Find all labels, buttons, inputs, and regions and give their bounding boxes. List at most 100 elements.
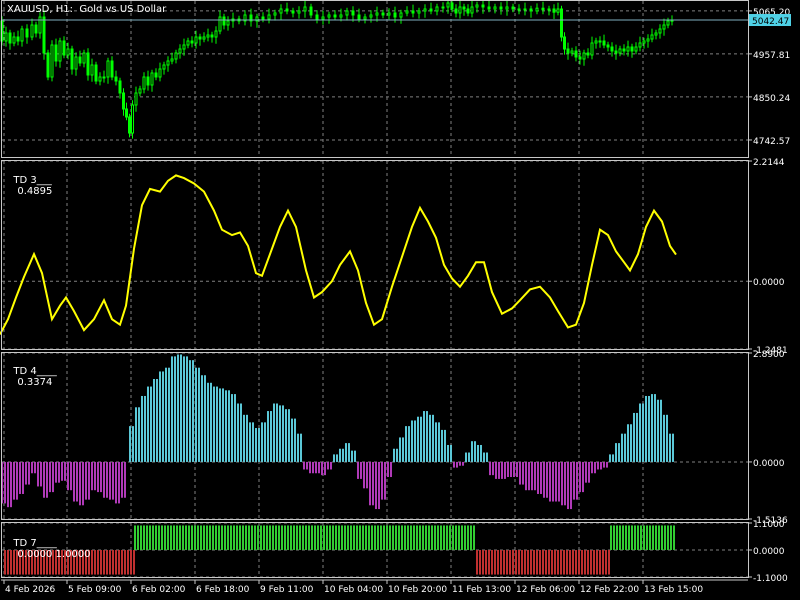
candle-body: [594, 40, 598, 44]
candle-body: [535, 7, 539, 12]
td3-name: TD 3___: [13, 175, 52, 186]
pane-border: [1, 0, 749, 158]
price-scales: 5065.204957.814850.244742.572.21440.0000…: [748, 8, 791, 584]
time-label: 12 Feb 06:00: [516, 585, 575, 595]
candle-body: [493, 6, 497, 10]
candle-body: [487, 6, 491, 10]
candle-body: [357, 14, 361, 20]
time-label: 10 Feb 20:00: [388, 585, 447, 595]
candle-body: [598, 40, 602, 43]
candle-body: [146, 76, 150, 86]
candle-body: [586, 52, 590, 56]
candle-body: [178, 48, 182, 54]
candle-body: [630, 46, 634, 52]
candle-body: [74, 56, 78, 70]
candle-body: [381, 12, 385, 16]
time-label: 13 Feb 15:00: [644, 585, 703, 595]
time-label: 6 Feb 18:00: [196, 585, 250, 595]
candle-body: [297, 10, 301, 14]
candle-body: [106, 60, 110, 78]
candle-body: [267, 14, 271, 20]
candle-body: [12, 36, 16, 44]
candle-body: [114, 76, 118, 82]
candle-body: [523, 8, 527, 11]
td7-label: TD 7____ 0.0000 1.0000: [7, 527, 91, 560]
candle-body: [8, 32, 12, 44]
td4-name: TD 4____: [13, 366, 57, 377]
td3-label: TD 3___ 0.4895: [7, 164, 52, 197]
candle-body: [375, 12, 379, 16]
price-tick-label: 4850.24: [753, 94, 790, 104]
candle-body: [30, 24, 34, 38]
time-label: 11 Feb 13:00: [452, 585, 511, 595]
candle-body: [446, 2, 450, 8]
candle-body: [82, 52, 86, 64]
candle-body: [174, 52, 178, 60]
candle-body: [399, 12, 403, 18]
candle-body: [441, 6, 445, 9]
candle-body: [285, 8, 289, 12]
td3-line: [0, 174, 677, 335]
time-label: 4 Feb 2026: [5, 585, 56, 595]
candle-body: [118, 80, 122, 94]
candle-body: [560, 8, 563, 38]
candle-body: [499, 6, 503, 10]
candle-body: [218, 16, 222, 32]
candle-body: [602, 40, 606, 46]
candle-body: [303, 6, 307, 12]
td3-scale-label: 2.2144: [753, 158, 785, 168]
time-label: 9 Feb 11:00: [260, 585, 314, 595]
candle-body: [190, 40, 194, 44]
candle-body: [462, 6, 466, 10]
candle-body: [646, 38, 650, 42]
candle-body: [638, 42, 642, 48]
candle-body: [411, 10, 415, 14]
candle-body: [279, 8, 283, 14]
candle-body: [345, 10, 349, 16]
main-price-chart[interactable]: 5065.204957.814850.244742.572.21440.0000…: [0, 0, 800, 600]
td7-scale-label: 0.0000: [753, 547, 785, 557]
candle-body: [614, 50, 618, 54]
candle-body: [450, 2, 454, 10]
candle-body: [405, 10, 409, 14]
td7-scale-label: 1.1000: [753, 520, 785, 530]
candle-body: [150, 72, 154, 86]
candle-body: [566, 48, 570, 54]
candle-body: [214, 30, 218, 38]
candle-body: [634, 46, 638, 52]
td7-value: 0.0000 1.0000: [17, 549, 91, 560]
td7-scale-label: -1.1000: [753, 574, 788, 584]
candle-body: [470, 6, 474, 14]
candle-body: [556, 8, 560, 13]
candle-body: [517, 8, 521, 11]
candle-body: [315, 14, 319, 20]
candle-body: [138, 88, 142, 94]
candle-body: [563, 36, 566, 50]
candle-body: [662, 24, 666, 30]
td7-name: TD 7____: [13, 538, 57, 549]
candle-body: [610, 46, 614, 52]
symbol-title: XAUUSD, H1: Gold vs US Dollar: [7, 4, 167, 15]
candle-body: [125, 108, 128, 118]
candle-body: [309, 6, 313, 16]
candle-body: [70, 48, 74, 70]
candle-body: [158, 68, 162, 78]
candle-body: [658, 28, 662, 34]
candle-body: [38, 16, 42, 34]
candle-body: [98, 76, 102, 82]
candle-body: [166, 60, 170, 66]
td4-scale-label: 0.0000: [753, 459, 785, 469]
candle-body: [154, 72, 158, 78]
candle-body: [363, 16, 367, 20]
candle-body: [327, 14, 331, 18]
candle-body: [16, 36, 20, 42]
candle-body: [202, 36, 206, 40]
candle-body: [142, 76, 146, 90]
current-price-label: 5042.47: [752, 17, 789, 27]
candle-body: [454, 8, 458, 14]
candle-body: [642, 40, 646, 44]
candle-body: [666, 20, 670, 26]
candle-body: [529, 8, 533, 12]
candle-body: [475, 4, 479, 8]
td4-histogram-series: [1, 354, 674, 510]
